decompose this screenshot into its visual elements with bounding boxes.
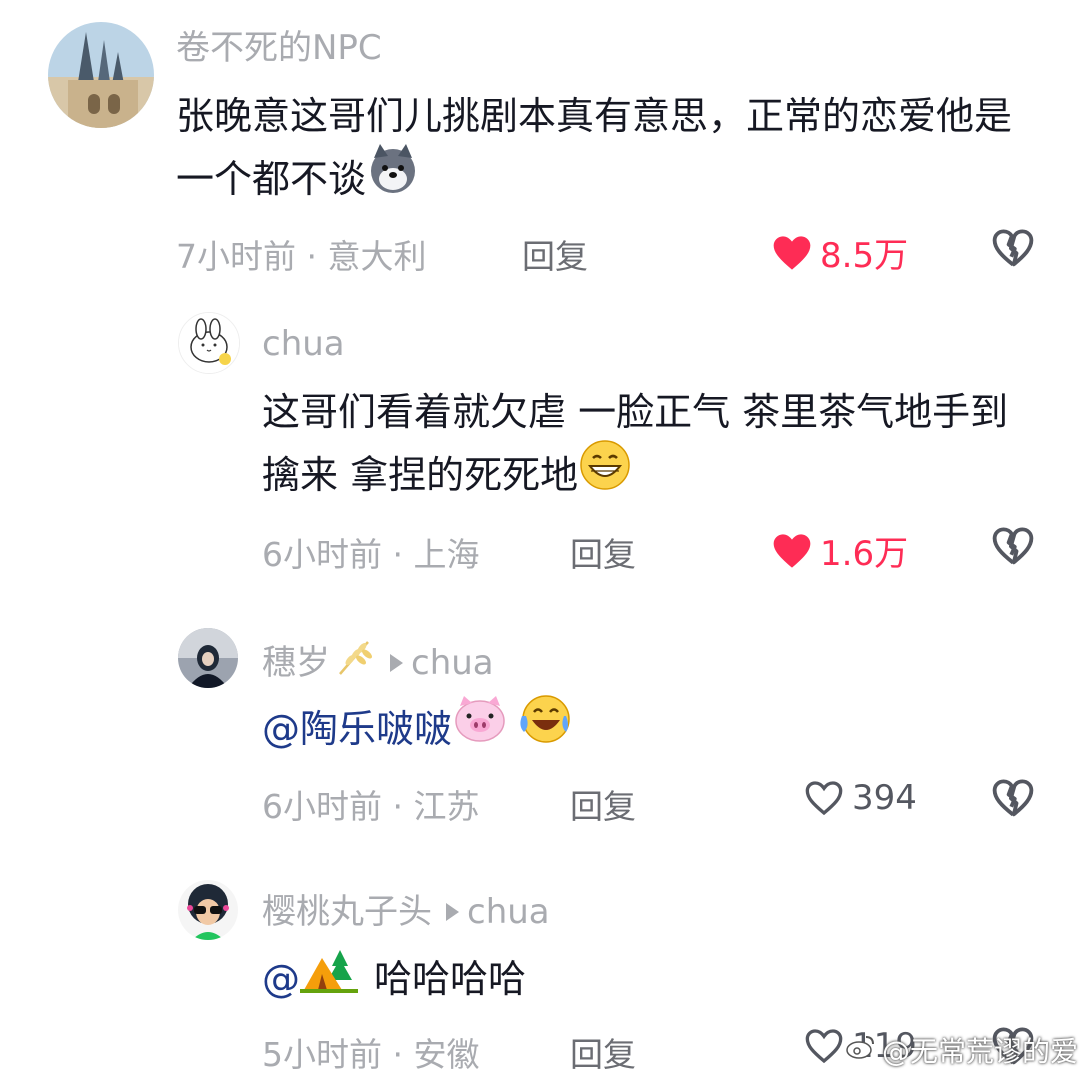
like-button[interactable]: 1.6万 xyxy=(772,526,908,575)
heart-outline-icon xyxy=(805,1029,843,1064)
comment-meta: 5小时前 · 安徽 xyxy=(262,1035,480,1074)
comment-text: 这哥们看着就欠虐 一脸正气 茶里茶气地手到擒来 拿捏的死死地 xyxy=(262,382,1042,513)
broken-heart-icon xyxy=(992,229,1034,267)
dog-face-icon xyxy=(366,142,420,213)
heart-filled-icon xyxy=(773,533,811,568)
mention-link[interactable]: @ xyxy=(262,957,300,1001)
avatar[interactable] xyxy=(178,628,238,688)
reply-button[interactable]: 回复 xyxy=(570,780,636,828)
username[interactable]: 穗岁 chua xyxy=(262,640,494,689)
camping-tent-icon xyxy=(300,944,358,1011)
dislike-button[interactable] xyxy=(992,778,1034,822)
dislike-button[interactable] xyxy=(992,526,1034,570)
broken-heart-icon xyxy=(992,527,1034,565)
heart-filled-icon xyxy=(773,235,811,270)
dislike-button[interactable] xyxy=(992,228,1034,272)
heart-outline-icon xyxy=(805,781,843,816)
pig-face-icon xyxy=(452,694,508,761)
avatar[interactable] xyxy=(178,880,238,940)
reply-button[interactable]: 回复 xyxy=(522,230,588,278)
reply-button[interactable]: 回复 xyxy=(570,1028,636,1076)
reply-arrow-icon xyxy=(390,653,403,672)
username[interactable]: chua xyxy=(262,324,345,364)
avatar[interactable] xyxy=(178,312,240,374)
weibo-logo-icon xyxy=(846,1034,876,1067)
comment-text: 张晚意这哥们儿挑剧本真有意思，正常的恋爱他是一个都不谈 xyxy=(176,86,1036,217)
broken-heart-icon xyxy=(992,779,1034,817)
comment-meta: 6小时前 · 江苏 xyxy=(262,787,480,826)
comment-text: @ 哈哈哈哈 xyxy=(262,948,1042,1015)
comment-meta: 7小时前 · 意大利 xyxy=(176,237,427,276)
wheat-icon xyxy=(334,636,376,685)
like-button[interactable]: 8.5万 xyxy=(772,228,908,277)
grinning-face-icon xyxy=(578,438,632,509)
watermark: @无常荒谬的爱 xyxy=(846,1030,1078,1070)
reply-arrow-icon xyxy=(446,902,459,921)
like-button[interactable]: 394 xyxy=(804,778,917,818)
mention-link[interactable]: @陶乐啵啵 xyxy=(262,707,452,751)
avatar[interactable] xyxy=(48,22,154,128)
comment-text: @陶乐啵啵 xyxy=(262,694,1042,767)
username[interactable]: 卷不死的NPC xyxy=(176,28,382,68)
reply-button[interactable]: 回复 xyxy=(570,528,636,576)
username[interactable]: 樱桃丸子头 chua xyxy=(262,892,550,932)
tears-of-joy-icon xyxy=(516,692,574,763)
comment-meta: 6小时前 · 上海 xyxy=(262,535,480,574)
